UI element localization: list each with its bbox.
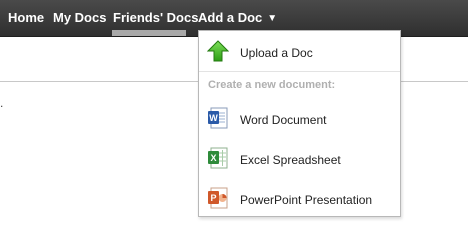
- word-document-label: Word Document: [240, 113, 327, 127]
- upload-doc-label: Upload a Doc: [240, 46, 313, 60]
- menu-divider: [199, 71, 400, 72]
- page-text-fragment: .: [0, 96, 4, 110]
- nav-my-docs-link[interactable]: My Docs: [53, 0, 106, 36]
- excel-icon-letter: X: [210, 153, 216, 163]
- powerpoint-presentation-menu-item[interactable]: P PowerPoint Presentation: [199, 182, 400, 214]
- word-icon-letter: W: [209, 113, 218, 123]
- active-tab-indicator: [112, 30, 186, 36]
- powerpoint-presentation-icon: P: [208, 187, 228, 209]
- word-document-menu-item[interactable]: W Word Document: [199, 102, 400, 134]
- nav-add-a-doc-label: Add a Doc: [198, 10, 263, 25]
- excel-spreadsheet-label: Excel Spreadsheet: [240, 153, 341, 167]
- excel-spreadsheet-icon: X: [208, 147, 228, 169]
- powerpoint-icon-letter: P: [210, 193, 216, 203]
- add-a-doc-dropdown: Upload a Doc Create a new document: W Wo…: [198, 30, 401, 217]
- create-new-heading: Create a new document:: [208, 79, 336, 91]
- excel-spreadsheet-menu-item[interactable]: X Excel Spreadsheet: [199, 142, 400, 174]
- green-up-arrow-icon: [207, 40, 229, 62]
- powerpoint-presentation-label: PowerPoint Presentation: [240, 193, 373, 207]
- nav-home-link[interactable]: Home: [8, 0, 44, 36]
- word-document-icon: W: [208, 107, 228, 129]
- upload-doc-menu-item[interactable]: Upload a Doc: [199, 36, 400, 68]
